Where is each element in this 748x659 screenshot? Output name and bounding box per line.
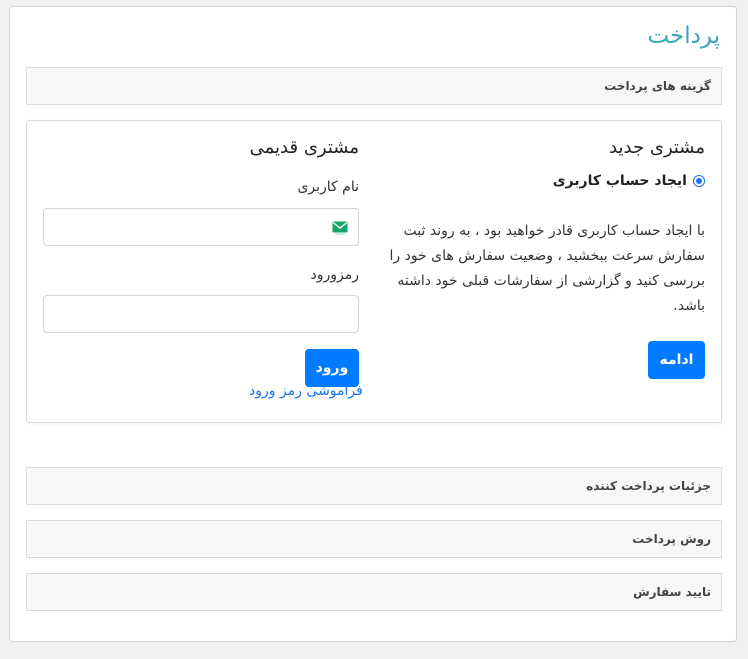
create-account-radio[interactable] [693, 175, 705, 187]
forgot-password-link[interactable]: فراموشی رمز ورود [249, 383, 363, 399]
username-field[interactable] [43, 208, 359, 246]
login-button[interactable]: ورود [305, 349, 359, 387]
section-order-confirm[interactable]: تایید سفارش [26, 573, 722, 611]
page-title: پرداخت [647, 23, 720, 49]
create-account-option[interactable]: ایجاد حساب کاربری [553, 173, 705, 189]
mail-icon [332, 221, 348, 235]
username-label: نام کاربری [297, 179, 359, 195]
new-customer-description: با ایجاد حساب کاربری قادر خواهید بود ، ب… [389, 223, 705, 314]
password-field[interactable] [43, 295, 359, 333]
password-label: رمزورود [310, 267, 359, 283]
new-customer-heading: مشتری جدید [609, 137, 705, 158]
create-account-label: ایجاد حساب کاربری [552, 173, 687, 189]
login-panel: مشتری جدید ایجاد حساب کاربری با ایجاد حس… [26, 120, 722, 423]
returning-customer-heading: مشتری قدیمی [249, 137, 359, 158]
section-payment-options[interactable]: گزینه های پرداخت [26, 67, 722, 105]
checkout-card: پرداخت گزینه های پرداخت مشتری جدید ایجاد… [9, 6, 737, 642]
section-payer-details[interactable]: جزئیات پرداخت کننده [26, 467, 722, 505]
continue-button[interactable]: ادامه [648, 341, 705, 379]
section-payment-method[interactable]: روش پرداخت [26, 520, 722, 558]
